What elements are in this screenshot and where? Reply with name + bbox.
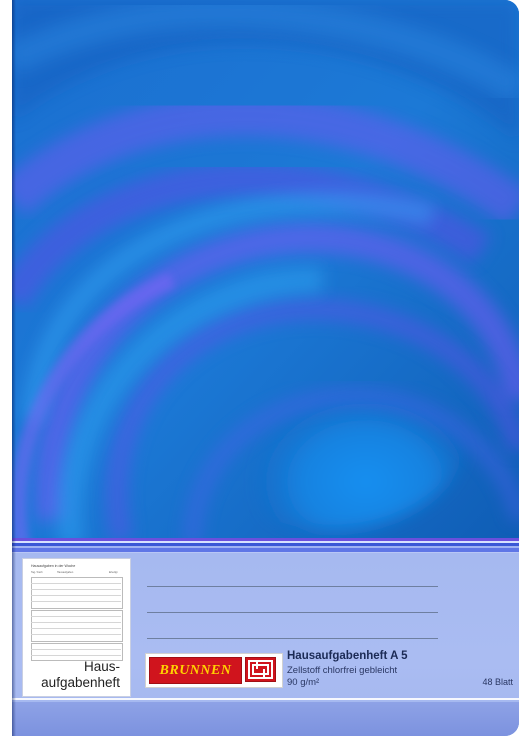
label-bottom-line (12, 698, 519, 700)
planner-column-homework: Hausaufgaben (57, 571, 74, 574)
brunnen-wordmark: BRUNNEN (159, 662, 232, 678)
paper-description: Zellstoff chlorfrei gebleicht (287, 665, 398, 676)
cover-swirl-artwork (12, 0, 519, 545)
brunnen-wordmark-box: BRUNNEN (149, 657, 242, 684)
divider-stripes (12, 538, 519, 554)
class-write-line (147, 612, 438, 613)
label-bottom-band (12, 702, 519, 736)
brunnen-logo: BRUNNEN (145, 653, 283, 688)
spine-shadow (12, 0, 16, 736)
planner-column-day: Tag / Fach (31, 571, 43, 574)
notebook-cover: Hausaufgaben in der Woche Tag / Fach Hau… (12, 0, 519, 736)
planner-block (31, 610, 123, 642)
subject-write-line (147, 638, 438, 639)
paper-weight: 90 g/m² (287, 677, 320, 688)
planner-page-thumbnail: Hausaufgaben in der Woche Tag / Fach Hau… (22, 558, 131, 697)
planner-caption-line1: Haus- (83, 659, 120, 674)
planner-caption: Haus- aufgabenheft (28, 659, 120, 691)
planner-header-title: Hausaufgaben in der Woche (31, 564, 76, 568)
product-name: Hausaufgabenheft A 5 (287, 650, 408, 662)
planner-caption-line2: aufgabenheft (41, 675, 120, 690)
planner-column-done: Erledigt (109, 571, 118, 574)
planner-block (31, 577, 123, 609)
sheet-count: 48 Blatt (482, 677, 513, 687)
name-write-line (147, 586, 438, 587)
brunnen-maze-icon (245, 657, 276, 682)
